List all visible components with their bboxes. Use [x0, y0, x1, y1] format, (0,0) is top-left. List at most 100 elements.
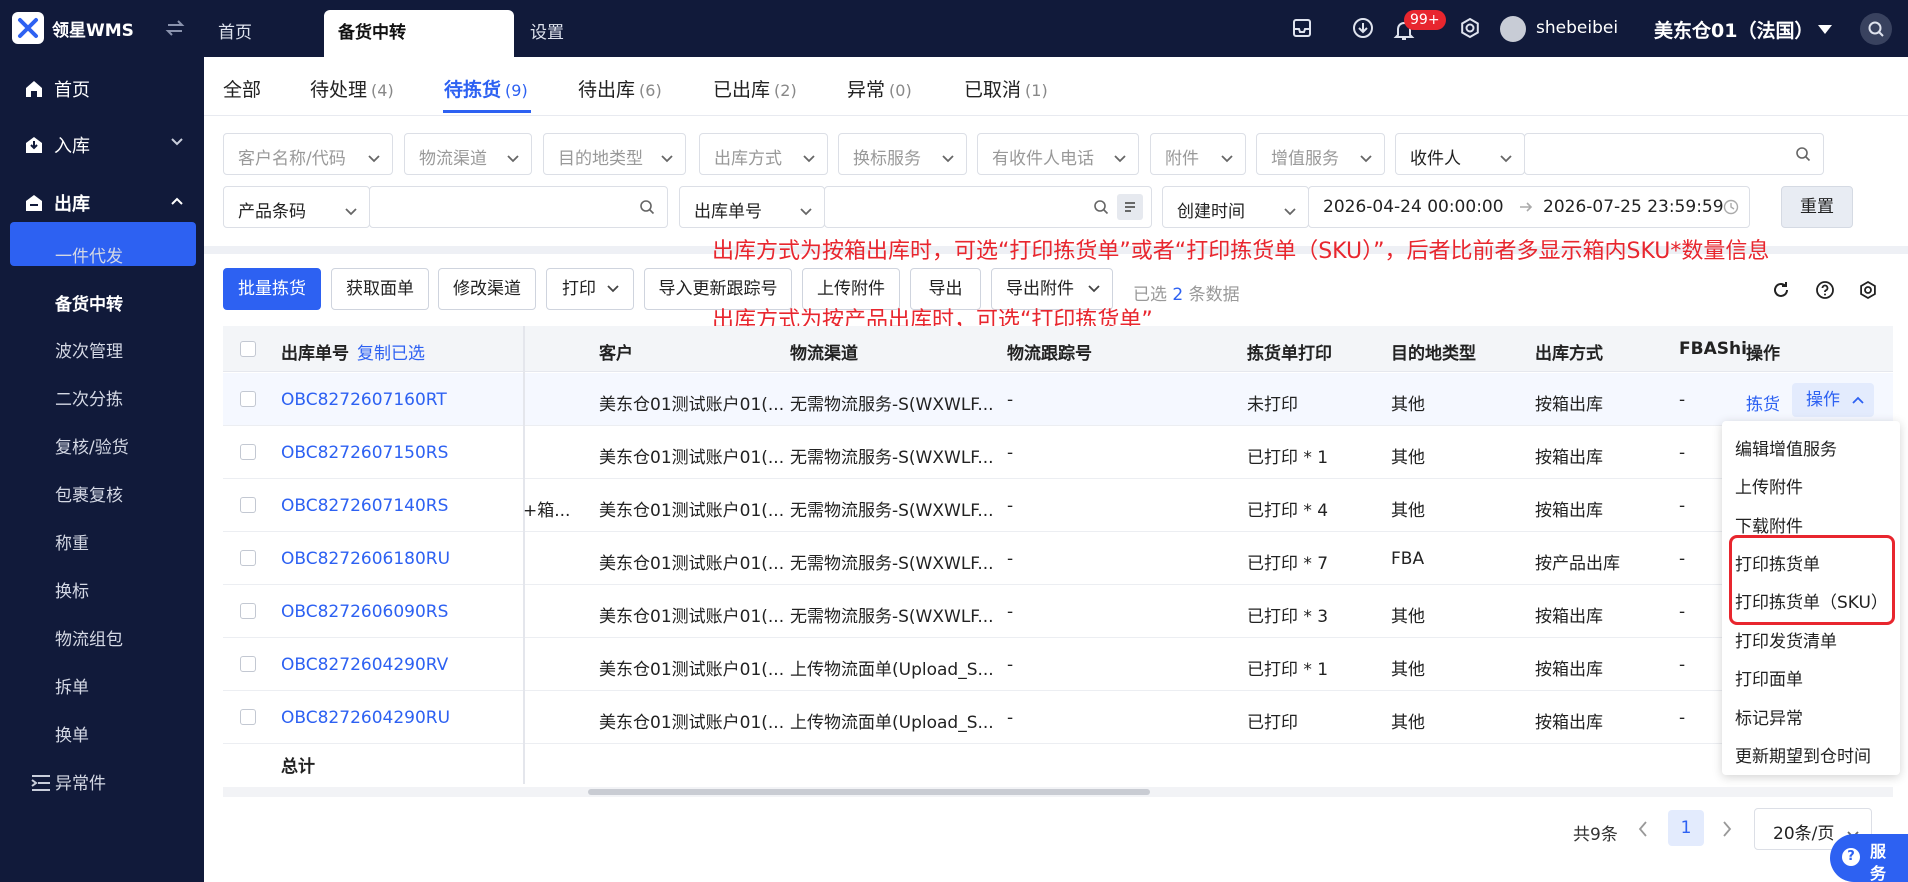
switch-icon[interactable]: [165, 18, 185, 38]
sidebar-item-stock-transfer[interactable]: 备货中转: [55, 290, 123, 315]
copy-selected-link[interactable]: 复制已选: [357, 339, 425, 364]
date-end[interactable]: 2026-07-25 23:59:59: [1543, 197, 1724, 217]
row-checkbox[interactable]: [240, 709, 256, 725]
search-icon[interactable]: [1093, 199, 1109, 215]
column-settings-icon[interactable]: [1858, 280, 1878, 300]
settings-icon[interactable]: [1459, 17, 1481, 39]
tab-cancelled[interactable]: 已取消 (1): [964, 75, 1048, 102]
row-checkbox[interactable]: [240, 497, 256, 513]
username[interactable]: shebeibei: [1536, 18, 1618, 38]
sidebar-item-weigh[interactable]: 称重: [55, 529, 89, 554]
order-no-link[interactable]: OBC8272607160RT: [281, 390, 447, 410]
sidebar-item-relabel[interactable]: 换标: [55, 577, 89, 602]
scrollbar-thumb[interactable]: [588, 789, 1150, 795]
row-checkbox[interactable]: [240, 550, 256, 566]
value-added-service-select[interactable]: 增值服务: [1256, 133, 1385, 175]
order-no-link[interactable]: OBC8272606090RS: [281, 602, 448, 622]
sidebar-item-package-review[interactable]: 包裹复核: [55, 481, 123, 506]
sidebar-item-home[interactable]: 首页: [24, 76, 90, 102]
chevron-up-icon[interactable]: [170, 196, 184, 206]
table-row[interactable]: [223, 373, 1893, 426]
date-range-picker[interactable]: 2026-04-24 00:00:00 2026-07-25 23:59:59: [1308, 186, 1750, 228]
refresh-icon[interactable]: [1771, 280, 1791, 300]
product-code-input[interactable]: [369, 186, 668, 228]
relabel-service-select[interactable]: 换标服务: [838, 133, 967, 175]
chevron-right-icon[interactable]: [1721, 819, 1733, 839]
created-time-select[interactable]: 创建时间: [1162, 186, 1309, 228]
menu-item-edit-vas[interactable]: 编辑增值服务: [1735, 435, 1837, 460]
menu-item-upload-attachment[interactable]: 上传附件: [1735, 473, 1803, 498]
recipient-field-select[interactable]: 收件人: [1395, 133, 1525, 175]
logo[interactable]: 领星WMS: [12, 12, 134, 44]
menu-item-update-eta[interactable]: 更新期望到仓时间: [1735, 742, 1871, 767]
tab-exception[interactable]: 异常 (0): [847, 75, 912, 102]
top-tab-home[interactable]: 首页: [204, 10, 266, 57]
search-icon[interactable]: [1795, 146, 1811, 167]
caret-down-icon[interactable]: [1818, 25, 1832, 34]
top-tab-settings[interactable]: 设置: [516, 10, 578, 57]
reset-button[interactable]: 重置: [1781, 186, 1853, 228]
table-row[interactable]: [223, 479, 1893, 532]
outbound-method-select[interactable]: 出库方式: [699, 133, 828, 175]
order-no-link[interactable]: OBC8272607150RS: [281, 443, 448, 463]
batch-input-icon[interactable]: [1117, 194, 1143, 220]
search-icon[interactable]: [1860, 13, 1892, 45]
operations-dropdown-button[interactable]: 操作: [1792, 383, 1874, 417]
help-icon[interactable]: [1815, 280, 1835, 300]
customer-service-button[interactable]: ? 服 务: [1830, 834, 1908, 882]
chevron-left-icon[interactable]: [1637, 819, 1649, 839]
change-channel-button[interactable]: 修改渠道: [438, 268, 536, 310]
table-row[interactable]: [223, 691, 1893, 744]
row-checkbox[interactable]: [240, 391, 256, 407]
warehouse-selector[interactable]: 美东仓01（法国）: [1654, 16, 1813, 43]
sidebar-item-exceptions[interactable]: 异常件: [55, 769, 106, 794]
order-no-link[interactable]: OBC8272606180RU: [281, 549, 450, 569]
recipient-search-input[interactable]: [1524, 133, 1824, 175]
table-row[interactable]: [223, 585, 1893, 638]
sidebar-item-outbound[interactable]: 出库: [24, 190, 90, 216]
top-tab-stock-transfer[interactable]: 备货中转: [324, 10, 514, 57]
page-current[interactable]: 1: [1668, 810, 1704, 846]
sidebar-item-dropship[interactable]: 一件代发: [55, 242, 123, 267]
select-all-checkbox[interactable]: [240, 341, 256, 357]
inbox-icon[interactable]: [1292, 17, 1312, 39]
order-no-link[interactable]: OBC8272604290RV: [281, 655, 448, 675]
menu-item-print-packing-list[interactable]: 打印发货清单: [1735, 627, 1837, 652]
row-checkbox[interactable]: [240, 603, 256, 619]
avatar[interactable]: [1500, 16, 1526, 42]
menu-item-print-label[interactable]: 打印面单: [1735, 665, 1803, 690]
customer-select[interactable]: 客户名称/代码: [223, 133, 393, 175]
print-dropdown-button[interactable]: 打印: [546, 268, 634, 310]
menu-item-download-attachment[interactable]: 下载附件: [1735, 512, 1803, 537]
sidebar-item-secondary-sort[interactable]: 二次分拣: [55, 385, 123, 410]
destination-type-select[interactable]: 目的地类型: [543, 133, 686, 175]
pick-link[interactable]: 拣货: [1746, 390, 1780, 415]
product-code-select[interactable]: 产品条码: [223, 186, 370, 228]
order-no-select[interactable]: 出库单号: [679, 186, 825, 228]
sidebar-item-review[interactable]: 复核/验货: [55, 433, 129, 458]
order-no-link[interactable]: OBC8272607140RS: [281, 496, 448, 516]
date-start[interactable]: 2026-04-24 00:00:00: [1323, 197, 1504, 217]
order-no-link[interactable]: OBC8272604290RU: [281, 708, 450, 728]
order-no-input[interactable]: [824, 186, 1152, 228]
sidebar-item-wave[interactable]: 波次管理: [55, 337, 123, 362]
sidebar-item-split[interactable]: 拆单: [55, 673, 89, 698]
channel-select[interactable]: 物流渠道: [404, 133, 532, 175]
table-row[interactable]: [223, 532, 1893, 585]
search-icon[interactable]: [639, 199, 655, 220]
collapse-menu-icon[interactable]: [30, 773, 52, 793]
recipient-phone-select[interactable]: 有收件人电话: [977, 133, 1139, 175]
attachment-select[interactable]: 附件: [1150, 133, 1246, 175]
get-label-button[interactable]: 获取面单: [331, 268, 429, 310]
row-checkbox[interactable]: [240, 444, 256, 460]
table-row[interactable]: [223, 426, 1893, 479]
menu-item-mark-exception[interactable]: 标记异常: [1735, 704, 1803, 729]
tab-to-pick[interactable]: 待拣货 (9): [444, 75, 528, 102]
tab-to-ship[interactable]: 待出库 (6): [578, 75, 662, 102]
row-checkbox[interactable]: [240, 656, 256, 672]
sidebar-item-inbound[interactable]: 入库: [24, 132, 90, 158]
batch-pick-button[interactable]: 批量拣货: [223, 268, 321, 310]
sidebar-item-logistics-pack[interactable]: 物流组包: [55, 625, 123, 650]
download-icon[interactable]: [1352, 17, 1374, 39]
tab-pending[interactable]: 待处理 (4): [310, 75, 394, 102]
